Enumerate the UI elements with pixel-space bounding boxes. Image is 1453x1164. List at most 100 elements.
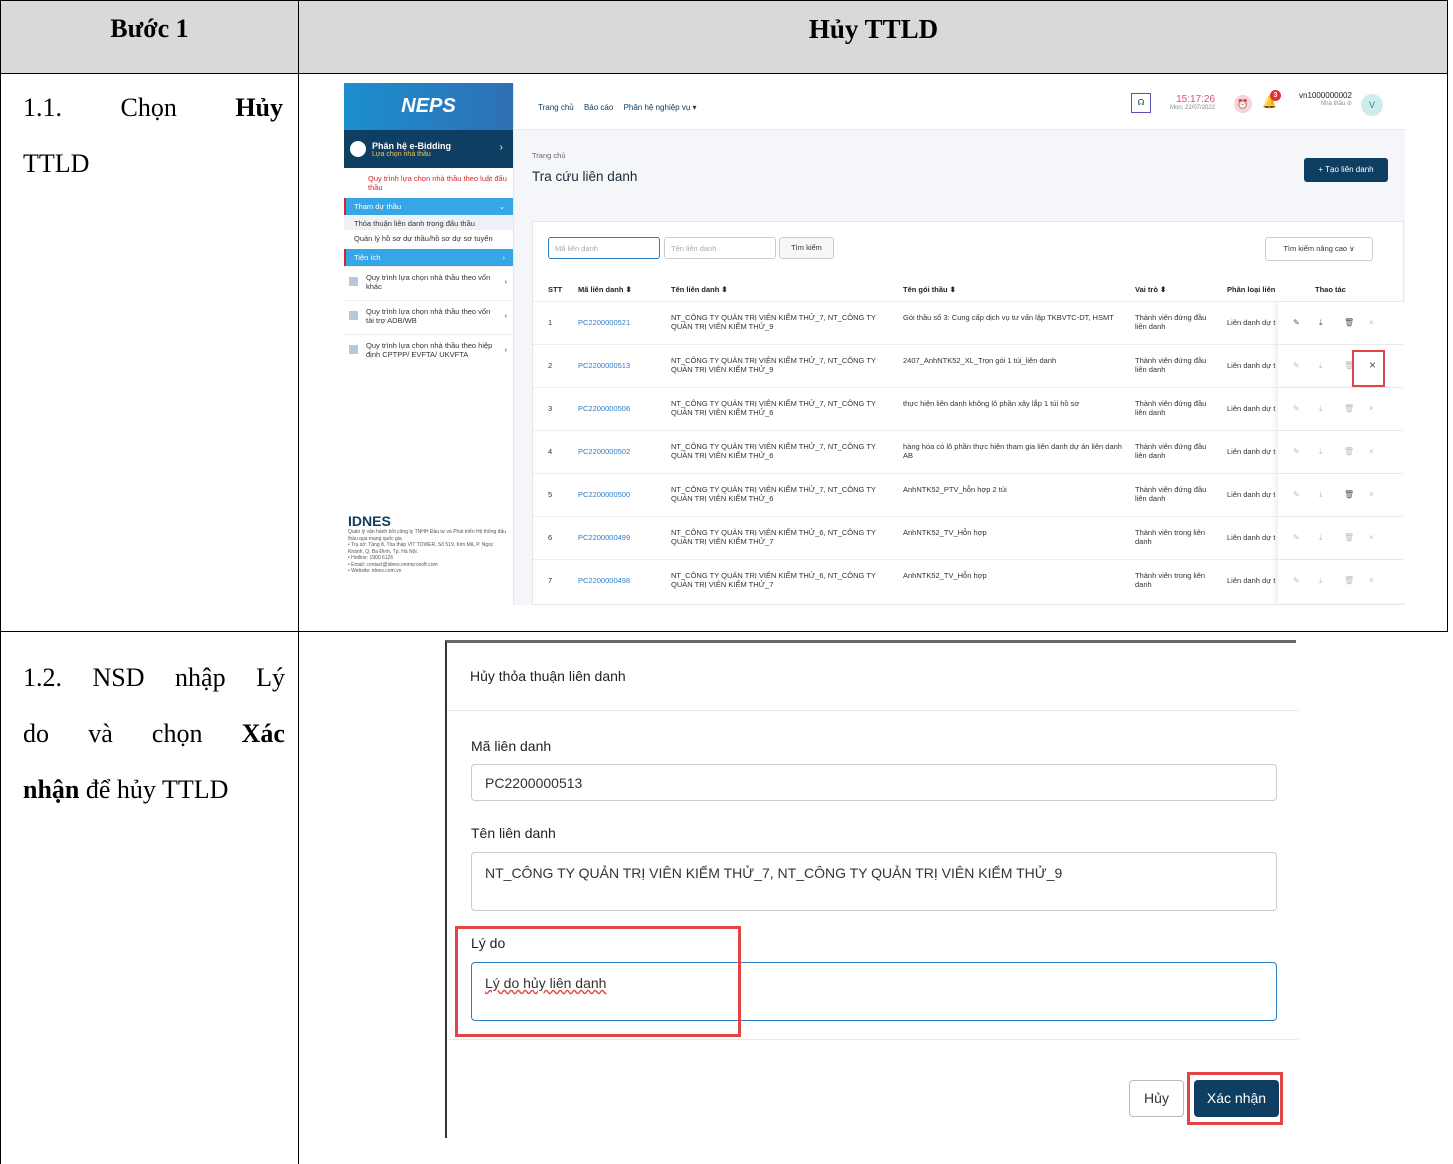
download-icon[interactable]: ⤓ (1319, 576, 1323, 586)
col-role[interactable]: Vai trò ⬍ (1135, 285, 1166, 294)
name-search-input[interactable]: Tên liên danh (664, 237, 776, 259)
col-code[interactable]: Mã liên danh ⬍ (578, 285, 632, 294)
trash-icon[interactable]: 🗑 (1344, 533, 1354, 542)
edit-icon[interactable]: ✎ (1293, 490, 1300, 499)
cancel-button[interactable]: Hủy (1129, 1080, 1184, 1117)
row-name: NT_CÔNG TY QUẢN TRỊ VIÊN KIỂM THỬ_6, NT_… (671, 528, 876, 546)
row-code[interactable]: PC2200000506 (578, 404, 630, 413)
table-row[interactable]: 4 PC2200000502 NT_CÔNG TY QUẢN TRỊ VIÊN KI… (533, 430, 1405, 474)
table-row[interactable]: 1 PC2200000521 NT_CÔNG TY QUẢN TRỊ VIÊN KI… (533, 301, 1405, 345)
trash-icon[interactable]: 🗑 (1344, 576, 1354, 585)
sidebar-item-tien-ich[interactable]: Tiện ích › (344, 249, 513, 266)
headset-icon[interactable]: ☊ (1131, 93, 1151, 113)
table-row[interactable]: 7 PC2200000498 NT_CÔNG TY QUẢN TRỊ VIÊN KI… (533, 559, 1405, 603)
alarm-icon[interactable]: ⏰ (1234, 95, 1252, 113)
download-icon[interactable]: ⤓ (1319, 447, 1323, 457)
sidebar-item-other-capital[interactable]: Quy trình lựa chọn nhà thầu theo vốn khá… (344, 266, 513, 300)
cancel-icon[interactable]: × (1369, 576, 1374, 585)
trash-icon[interactable]: 🗑 (1344, 447, 1354, 456)
user-info[interactable]: vn1000000002 Nhà thầu ⊘ (1299, 91, 1352, 107)
table-header: STT Mã liên danh ⬍ Tên liên danh ⬍ Tên g… (533, 279, 1403, 301)
sidebar-item-tham-du-thau[interactable]: Tham dự thầu ⌄ (344, 198, 513, 215)
sidebar-item-law-process[interactable]: Quy trình lựa chọn nhà thầu theo luật đấ… (344, 168, 513, 198)
row-code[interactable]: PC2200000499 (578, 533, 630, 542)
sidebar-subitem-joint-venture[interactable]: Thỏa thuận liên danh trong đấu thầu (344, 215, 513, 230)
cancel-icon[interactable]: × (1369, 447, 1374, 456)
col-package[interactable]: Tên gói thầu ⬍ (903, 285, 956, 294)
download-icon[interactable]: ⤓ (1319, 404, 1323, 414)
search-button[interactable]: Tìm kiếm (779, 237, 834, 259)
word: nhận (23, 775, 80, 804)
row-package: AnhNTK52_TV_Hỗn hợp (903, 528, 987, 537)
right-border (1447, 74, 1448, 632)
bell-icon[interactable]: 🔔 3 (1262, 90, 1281, 109)
sidebar-item-cptpp[interactable]: Quy trình lựa chọn nhà thầu theo hiệp đị… (344, 334, 513, 376)
edit-icon[interactable]: ✎ (1293, 533, 1300, 542)
sidebar-label: Quy trình lựa chọn nhà thầu theo hiệp đị… (366, 341, 493, 359)
nav-home-link[interactable]: Trang chủ (538, 103, 574, 112)
title-header: Hủy TTLD (808, 14, 939, 44)
avatar[interactable]: V (1361, 94, 1383, 116)
trash-icon[interactable]: 🗑 (1344, 318, 1354, 327)
page-title: Tra cứu liên danh (532, 169, 638, 184)
advanced-search-button[interactable]: Tìm kiếm nâng cao ∨ (1265, 237, 1373, 261)
chevron-right-icon: › (502, 253, 506, 262)
row-code[interactable]: PC2200000513 (578, 361, 630, 370)
row-actions: ✎ ⤓ 🗑 × (1278, 431, 1405, 474)
table-row[interactable]: 6 PC2200000499 NT_CÔNG TY QUẢN TRỊ VIÊN KI… (533, 516, 1405, 560)
edit-icon[interactable]: ✎ (1293, 318, 1300, 327)
table-row[interactable]: 2 PC2200000513 NT_CÔNG TY QUẢN TRỊ VIÊN KI… (533, 344, 1405, 388)
download-icon[interactable]: ⤓ (1319, 490, 1323, 500)
cancel-icon[interactable]: × (1369, 318, 1374, 327)
name-field[interactable]: NT_CÔNG TY QUẢN TRỊ VIÊN KIỂM THỬ_7, NT_… (471, 852, 1277, 911)
edit-icon[interactable]: ✎ (1293, 361, 1300, 370)
cancel-icon[interactable]: × (1369, 533, 1374, 542)
row-stt: 7 (548, 576, 553, 585)
step-bold: Hủy (235, 93, 283, 122)
footer-text: • Trụ sở: Tầng 8, Tòa tháp VIT TOWER, Số… (348, 542, 494, 555)
code-field[interactable]: PC2200000513 (471, 764, 1277, 801)
col-name[interactable]: Tên liên danh ⬍ (671, 285, 728, 294)
breadcrumb[interactable]: Trang chủ (532, 151, 566, 160)
divider (447, 710, 1298, 711)
row-code[interactable]: PC2200000500 (578, 490, 630, 499)
edit-icon[interactable]: ✎ (1293, 447, 1300, 456)
module-selector[interactable]: Phân hệ e-Bidding Lựa chọn nhà thầu › (344, 130, 513, 168)
chevron-right-icon: › (499, 142, 503, 153)
download-icon[interactable]: ⤓ (1319, 318, 1323, 328)
row-role: Thành viên đứng đầu liên danh (1135, 442, 1207, 460)
search-card: Mã liên danh Tên liên danh Tìm kiếm Tìm … (532, 221, 1405, 605)
row-package: AnhNTK52_PTV_hỗn hợp 2 túi (903, 485, 1007, 494)
row-package: hàng hóa có lô phần thực hiện tham gia l… (903, 442, 1122, 460)
download-icon[interactable]: ⤓ (1319, 361, 1323, 371)
word: Lý (256, 663, 285, 692)
edit-icon[interactable]: ✎ (1293, 576, 1300, 585)
idnes-footer: IDNES Quản lý vận hành bởi công ty TNHH … (344, 513, 514, 575)
word: chọn (151, 719, 203, 748)
trash-icon[interactable]: 🗑 (1344, 490, 1354, 499)
sidebar-label: Tiện ích (354, 253, 381, 262)
step-number: 1.1. (23, 93, 62, 122)
row-code[interactable]: PC2200000498 (578, 576, 630, 585)
row-code[interactable]: PC2200000502 (578, 447, 630, 456)
cancel-icon[interactable]: × (1369, 490, 1374, 499)
row-actions: ✎ ⤓ 🗑 × (1278, 560, 1405, 603)
chevron-right-icon: › (504, 345, 508, 354)
row-type: Liên danh dự t (1227, 576, 1276, 585)
table-row[interactable]: 3 PC2200000506 NT_CÔNG TY QUẢN TRỊ VIÊN KI… (533, 387, 1405, 431)
download-icon[interactable]: ⤓ (1319, 533, 1323, 543)
table-row[interactable]: 5 PC2200000500 NT_CÔNG TY QUẢN TRỊ VIÊN KI… (533, 473, 1405, 517)
trash-icon[interactable]: 🗑 (1344, 404, 1354, 413)
neps-logo[interactable]: NEPS (344, 83, 513, 130)
nav-module-dropdown[interactable]: Phân hệ nghiệp vụ ▾ (624, 103, 697, 112)
edit-icon[interactable]: ✎ (1293, 404, 1300, 413)
row-code[interactable]: PC2200000521 (578, 318, 630, 327)
row-actions: ✎ ⤓ 🗑 × (1278, 345, 1405, 388)
sidebar-subitem-bid-docs[interactable]: Quản lý hồ sơ dự thầu/hồ sơ dự sơ tuyển (344, 230, 513, 245)
row-name: NT_CÔNG TY QUẢN TRỊ VIÊN KIỂM THỬ_7, NT_… (671, 356, 876, 374)
code-search-input[interactable]: Mã liên danh (548, 237, 660, 259)
sidebar-item-adb-wb[interactable]: Quy trình lựa chọn nhà thầu theo vốn tài… (344, 300, 513, 334)
cancel-icon[interactable]: × (1369, 404, 1374, 413)
nav-report-link[interactable]: Báo cáo (584, 103, 613, 112)
create-joint-venture-button[interactable]: + Tạo liên danh (1304, 158, 1388, 182)
